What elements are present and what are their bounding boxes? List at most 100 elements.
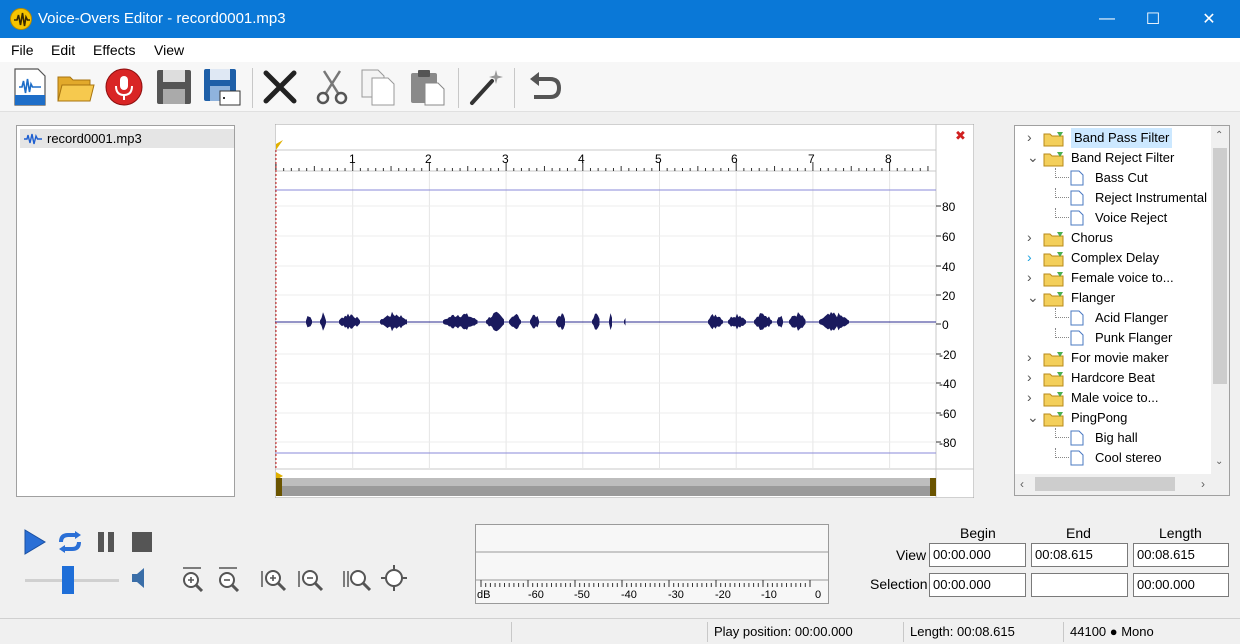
meter-label: -10 — [761, 589, 777, 601]
effect-category[interactable]: › Band Pass Filter — [1015, 128, 1211, 148]
vertical-scrollbar[interactable]: ⌃ ⌄ — [1211, 126, 1229, 474]
document-icon — [1070, 310, 1084, 326]
play-icon[interactable] — [22, 528, 48, 556]
scroll-down-icon[interactable]: ⌄ — [1215, 456, 1223, 467]
effect-label: Bass Cut — [1095, 170, 1148, 185]
slider-thumb[interactable] — [62, 566, 75, 594]
effect-category[interactable]: › Male voice to... — [1015, 388, 1211, 408]
collapse-chevron-icon[interactable]: › — [1027, 367, 1032, 387]
collapse-chevron-icon[interactable]: › — [1027, 347, 1032, 367]
view-begin-field[interactable]: 00:00.000 — [929, 543, 1026, 567]
collapse-chevron-icon[interactable]: › — [1027, 227, 1032, 247]
scroll-up-icon[interactable]: ⌃ — [1215, 130, 1223, 141]
effect-category[interactable]: › Female voice to... — [1015, 268, 1211, 288]
meter-label: 0 — [815, 589, 822, 601]
document-icon — [1070, 430, 1084, 446]
effect-preset[interactable]: Bass Cut — [1015, 168, 1211, 188]
speaker-icon[interactable] — [130, 565, 150, 591]
horizontal-scrollbar[interactable]: ‹ › — [1015, 474, 1229, 495]
save-as-button[interactable] — [202, 67, 242, 107]
close-waveform-button[interactable]: ✖ — [955, 128, 966, 144]
stop-icon[interactable] — [130, 530, 154, 554]
effect-category[interactable]: ⌄ PingPong — [1015, 408, 1211, 428]
effect-preset[interactable]: Voice Reject — [1015, 208, 1211, 228]
view-row-label: View — [896, 547, 927, 563]
scroll-left-icon[interactable]: ‹ — [1020, 477, 1024, 491]
close-window-button[interactable]: ✕ — [1186, 0, 1232, 38]
effect-category[interactable]: ⌄ Flanger — [1015, 288, 1211, 308]
view-end-field[interactable]: 00:08.615 — [1031, 543, 1128, 567]
effect-category[interactable]: ⌄ Band Reject Filter — [1015, 148, 1211, 168]
cut-icon — [316, 70, 348, 105]
scroll-right-icon[interactable]: › — [1201, 477, 1205, 491]
zoom-in-vertical-icon[interactable] — [180, 566, 204, 592]
ruler-label: 2 — [425, 152, 432, 166]
scroll-thumb[interactable] — [1213, 148, 1227, 384]
maximize-button[interactable]: ☐ — [1130, 0, 1176, 38]
effect-category[interactable]: › Hardcore Beat — [1015, 368, 1211, 388]
effect-preset[interactable]: Punk Flanger — [1015, 328, 1211, 348]
zoom-fit-icon[interactable] — [380, 564, 408, 592]
menu-effects[interactable]: Effects — [93, 42, 136, 58]
open-folder-icon — [57, 76, 95, 102]
paste-button[interactable] — [408, 67, 448, 107]
new-icon — [14, 68, 46, 106]
effect-preset[interactable]: Acid Flanger — [1015, 308, 1211, 328]
toolbar-separator — [252, 68, 253, 108]
selection-length-field[interactable]: 00:00.000 — [1133, 573, 1229, 597]
zoom-out-vertical-icon[interactable] — [216, 566, 240, 592]
zoom-out-horizontal-icon[interactable] — [297, 566, 325, 592]
volume-slider[interactable] — [25, 565, 119, 595]
zoom-in-horizontal-icon[interactable] — [260, 566, 288, 592]
folder-icon — [1043, 392, 1064, 407]
expand-chevron-icon[interactable]: ⌄ — [1027, 287, 1039, 307]
collapse-chevron-icon[interactable]: › — [1027, 127, 1032, 147]
effects-wand-button[interactable] — [466, 67, 506, 107]
collapse-chevron-icon[interactable]: › — [1027, 387, 1032, 407]
file-list-item[interactable]: record0001.mp3 — [20, 129, 234, 148]
folder-icon — [1043, 352, 1064, 367]
pause-icon[interactable] — [95, 530, 117, 554]
db-label: 0 — [942, 318, 949, 332]
menu-edit[interactable]: Edit — [51, 42, 75, 58]
zoom-selection-icon[interactable] — [342, 566, 372, 592]
window-title: Voice-Overs Editor - record0001.mp3 — [38, 10, 286, 27]
selection-end-field[interactable] — [1031, 573, 1128, 597]
loop-icon[interactable] — [57, 530, 83, 554]
new-button[interactable] — [10, 67, 50, 107]
effect-category[interactable]: › Complex Delay — [1015, 248, 1211, 268]
document-icon — [1070, 190, 1084, 206]
expand-chevron-icon[interactable]: ⌄ — [1027, 147, 1039, 167]
collapse-chevron-icon[interactable]: › — [1027, 267, 1032, 287]
cut-button[interactable] — [312, 67, 352, 107]
effect-category[interactable]: › Chorus — [1015, 228, 1211, 248]
effect-preset[interactable]: Big hall — [1015, 428, 1211, 448]
file-list-panel: record0001.mp3 — [16, 125, 235, 497]
db-label: -40 — [939, 377, 957, 391]
document-icon — [1070, 170, 1084, 186]
record-button[interactable] — [104, 67, 144, 107]
effect-label: Punk Flanger — [1095, 330, 1173, 345]
ruler-label: 4 — [578, 152, 585, 166]
menu-file[interactable]: File — [11, 42, 34, 58]
effects-tree-panel: › Band Pass Filter ⌄ Band Reject Filter Bass… — [1014, 125, 1230, 496]
minimize-button[interactable]: — — [1084, 0, 1130, 38]
undo-button[interactable] — [524, 67, 564, 107]
expand-chevron-icon[interactable]: ⌄ — [1027, 407, 1039, 427]
copy-button[interactable] — [358, 67, 398, 107]
menu-view[interactable]: View — [154, 42, 184, 58]
waveform-editor[interactable]: 1 2 3 4 5 6 7 8 80 60 40 20 0 -20 -40 -6… — [275, 124, 974, 498]
delete-button[interactable] — [260, 67, 300, 107]
scroll-thumb[interactable] — [1035, 477, 1175, 491]
tree-connector — [1055, 308, 1069, 318]
collapse-chevron-icon[interactable]: › — [1027, 247, 1032, 267]
selection-begin-field[interactable]: 00:00.000 — [929, 573, 1026, 597]
open-button[interactable] — [56, 67, 96, 107]
view-length-field[interactable]: 00:08.615 — [1133, 543, 1229, 567]
save-button[interactable] — [154, 67, 194, 107]
db-label: -80 — [939, 436, 957, 450]
effect-preset[interactable]: Reject Instrumental — [1015, 188, 1211, 208]
effect-preset[interactable]: Cool stereo — [1015, 448, 1211, 468]
magic-wand-icon — [470, 70, 503, 105]
effect-category[interactable]: › For movie maker — [1015, 348, 1211, 368]
